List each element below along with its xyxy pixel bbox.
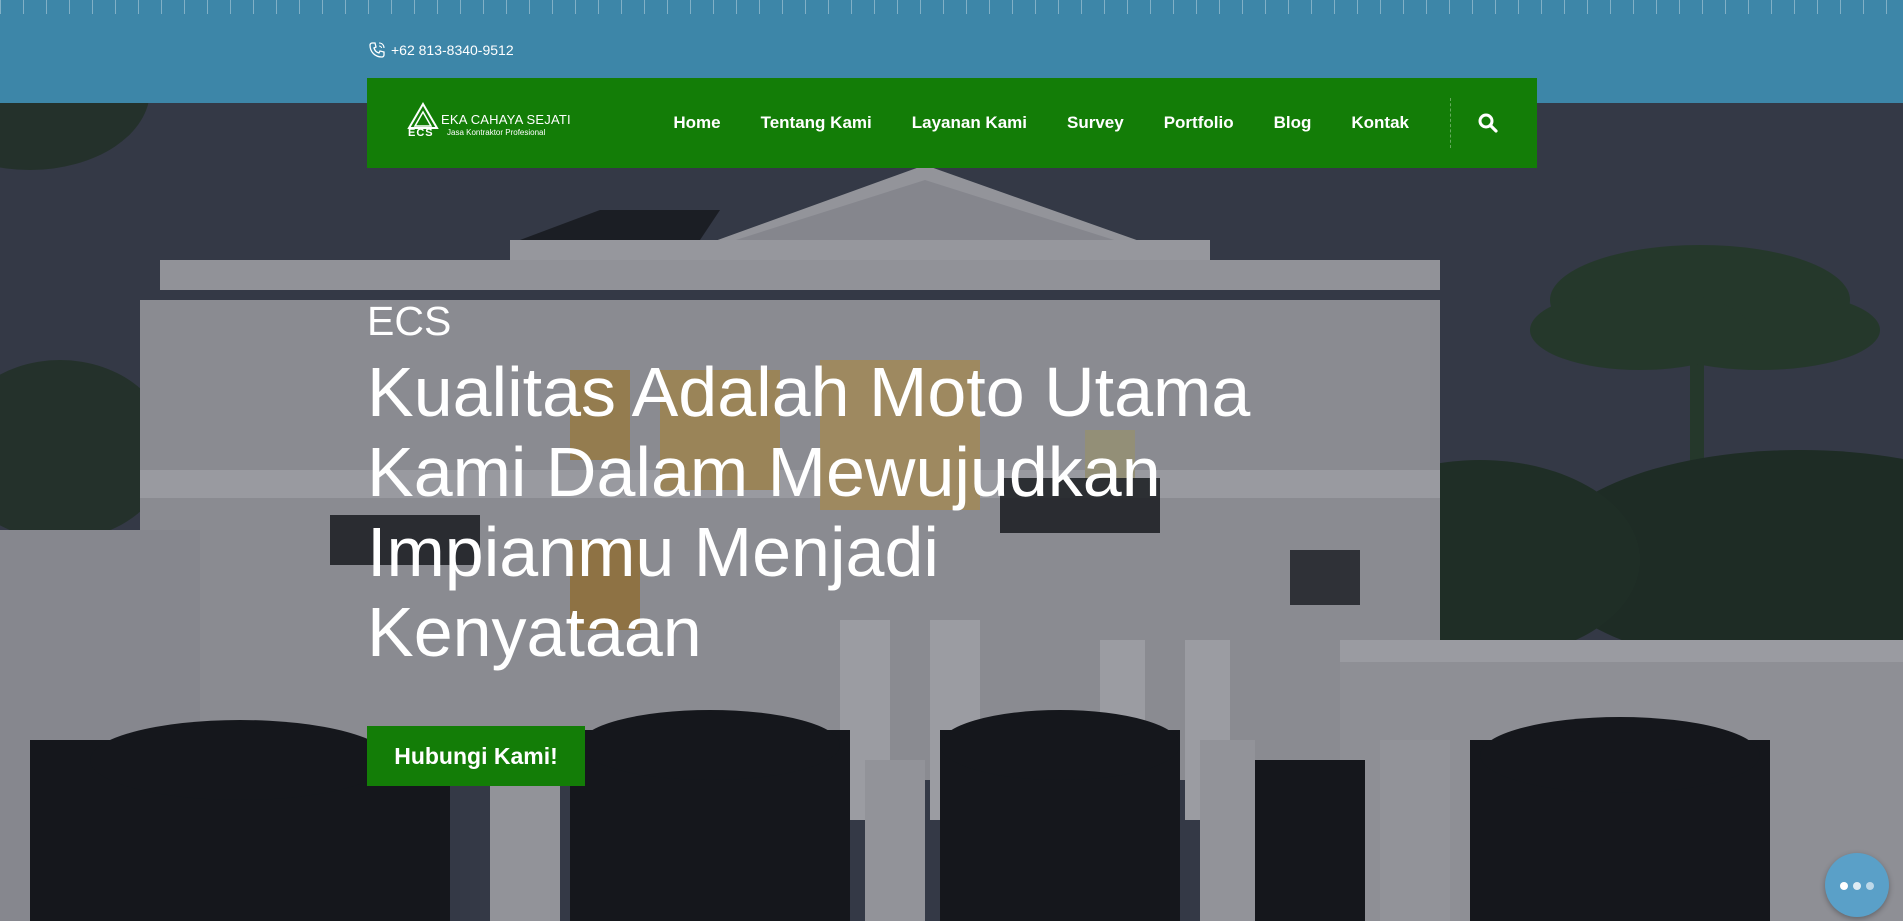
phone-contact[interactable]: +62 813-8340-9512 [367,40,514,60]
nav-item-survey[interactable]: Survey [1047,113,1144,133]
search-icon[interactable] [1477,112,1499,134]
chat-icon [1840,882,1848,890]
nav-item-blog[interactable]: Blog [1254,113,1332,133]
phone-number: +62 813-8340-9512 [391,42,514,58]
logo-tagline: Jasa Kontraktor Profesional [447,128,546,137]
nav-item-kontak[interactable]: Kontak [1331,113,1429,133]
nav-item-tentang-kami[interactable]: Tentang Kami [741,113,892,133]
nav-item-home[interactable]: Home [653,113,740,133]
top-bar-pattern [0,0,1903,14]
chat-dot [1866,882,1874,890]
nav-menu: Home Tentang Kami Layanan Kami Survey Po… [653,78,1429,168]
chat-dot [1853,882,1861,890]
logo-abbr: ECS [408,127,434,139]
phone-icon [369,42,385,58]
chat-widget-button[interactable] [1825,853,1889,917]
main-navbar: ECS EKA CAHAYA SEJATI Jasa Kontraktor Pr… [367,78,1537,168]
nav-item-layanan-kami[interactable]: Layanan Kami [892,113,1047,133]
contact-us-button[interactable]: Hubungi Kami! [367,726,585,786]
site-logo[interactable]: ECS EKA CAHAYA SEJATI Jasa Kontraktor Pr… [407,102,571,146]
nav-divider [1450,98,1451,148]
hero-headline: Kualitas Adalah Moto Utama Kami Dalam Me… [367,353,1251,671]
nav-item-portfolio[interactable]: Portfolio [1144,113,1254,133]
hero-kicker: ECS [367,298,452,344]
logo-name: EKA CAHAYA SEJATI [441,112,571,127]
